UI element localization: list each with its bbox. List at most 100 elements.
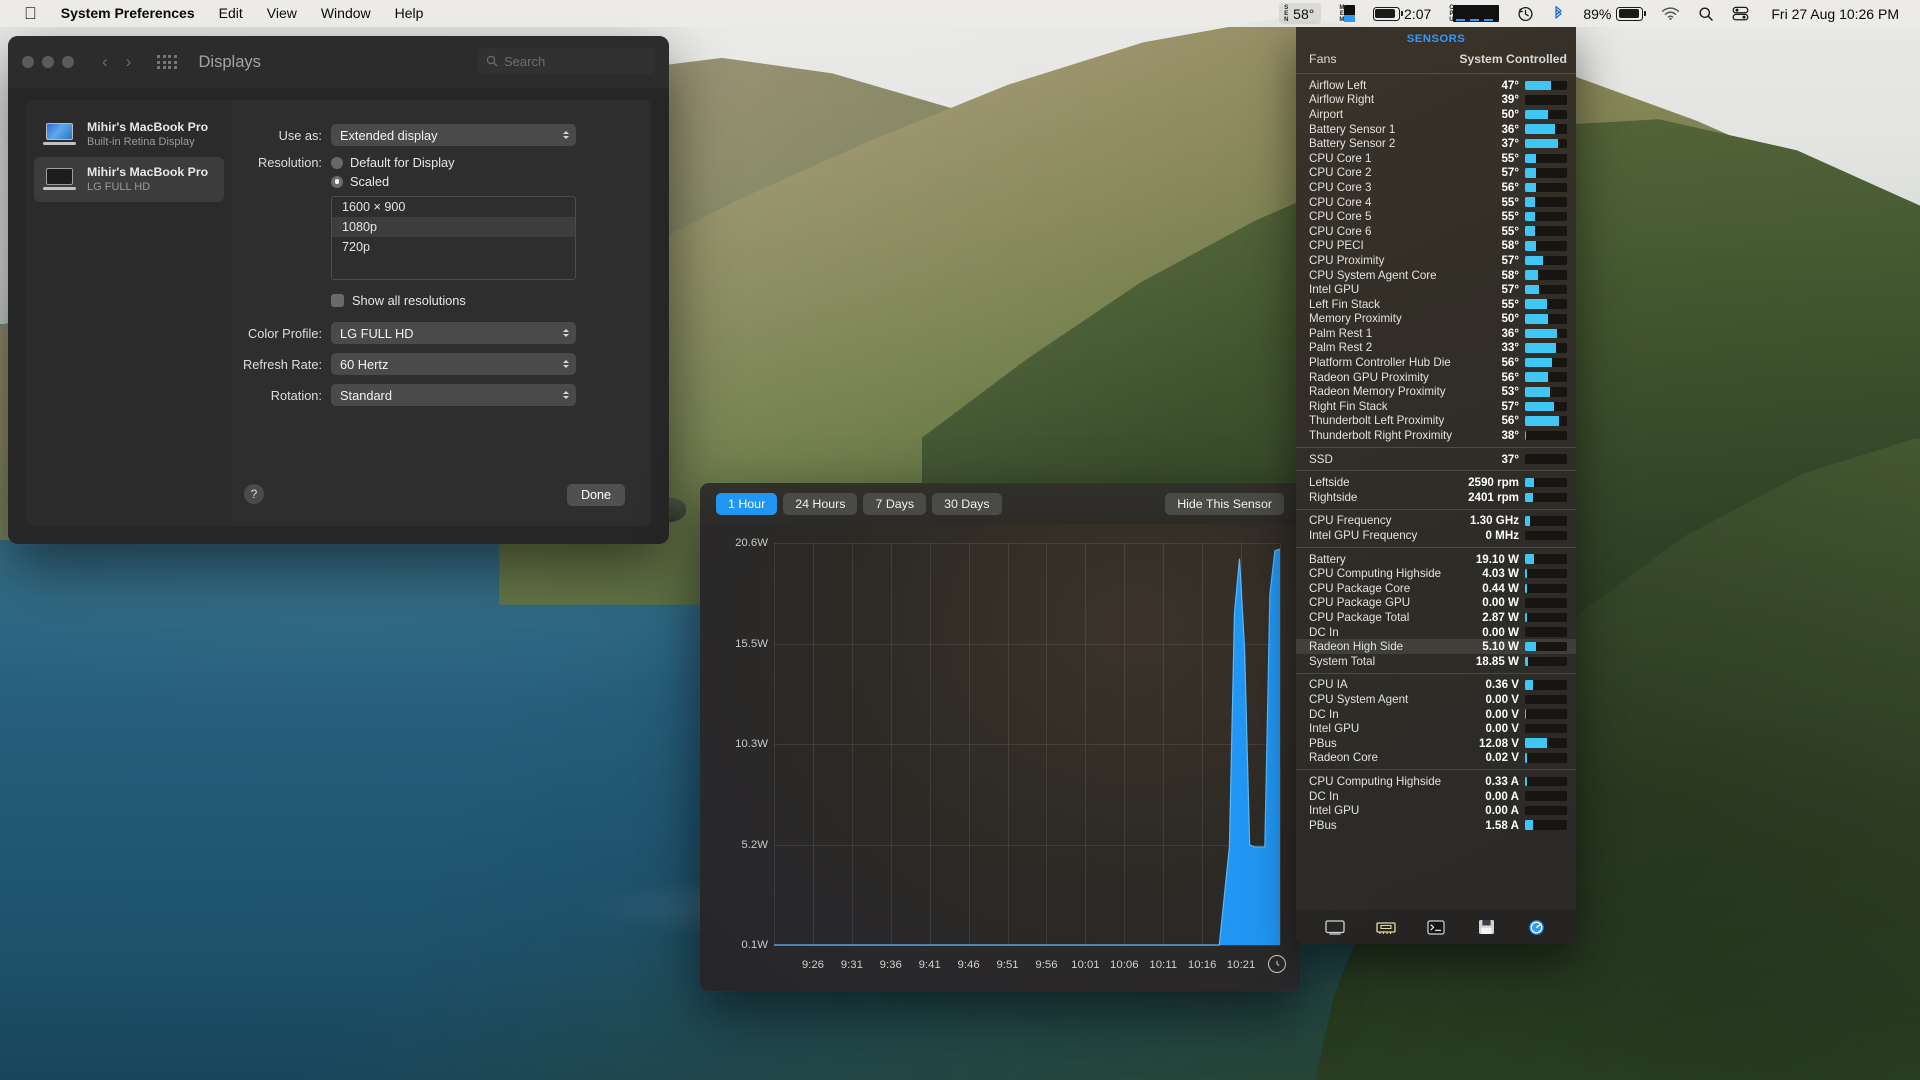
resolution-options-list[interactable]: 1600 × 900 1080p 720p (331, 196, 576, 280)
sensor-row[interactable]: CPU Computing Highside 4.03 W (1296, 566, 1576, 581)
help-button[interactable]: ? (244, 484, 264, 504)
navigation-arrows[interactable]: ‹ › (102, 52, 131, 72)
resolution-scaled-radio[interactable]: Scaled (331, 174, 389, 189)
done-button[interactable]: Done (567, 484, 625, 506)
display-list-item-builtin[interactable]: Mihir's MacBook Pro Built-in Retina Disp… (34, 112, 224, 157)
sensor-row[interactable]: Palm Rest 2 33° (1296, 341, 1576, 356)
sensor-row[interactable]: CPU Core 4 55° (1296, 195, 1576, 210)
sensor-row[interactable]: CPU System Agent 0.00 V (1296, 692, 1576, 707)
sensor-row[interactable]: Intel GPU 0.00 A (1296, 803, 1576, 818)
sensor-row[interactable]: CPU System Agent Core 58° (1296, 268, 1576, 283)
sensor-row[interactable]: Intel GPU Frequency 0 MHz (1296, 528, 1576, 543)
hide-this-sensor-button[interactable]: Hide This Sensor (1165, 492, 1284, 515)
sensor-row[interactable]: Battery Sensor 1 36° (1296, 122, 1576, 137)
sensor-row[interactable]: Thunderbolt Right Proximity 38° (1296, 428, 1576, 443)
sensor-row[interactable]: CPU Core 3 56° (1296, 180, 1576, 195)
sensor-row[interactable]: CPU Frequency 1.30 GHz (1296, 514, 1576, 529)
sensors-menu-extra[interactable]: S E N 58° (1270, 3, 1330, 24)
sensor-row[interactable]: CPU Core 5 55° (1296, 209, 1576, 224)
disk-icon[interactable] (1473, 918, 1499, 936)
time-machine-icon[interactable] (1508, 4, 1543, 24)
sensor-row[interactable]: Airport 50° (1296, 107, 1576, 122)
show-all-resolutions-checkbox[interactable]: Show all resolutions (331, 293, 651, 308)
window-titlebar[interactable]: ‹ › Displays Search (8, 36, 669, 88)
use-as-select[interactable]: Extended display (331, 124, 576, 146)
sensor-row[interactable]: SSD 37° (1296, 452, 1576, 467)
menu-item-app[interactable]: System Preferences (49, 0, 207, 27)
rotation-select[interactable]: Standard (331, 384, 576, 406)
window-traffic-lights[interactable] (22, 56, 74, 68)
sensor-row[interactable]: DC In 0.00 A (1296, 789, 1576, 804)
menu-item-edit[interactable]: Edit (207, 0, 255, 27)
sensor-row[interactable]: System Total 18.85 W (1296, 654, 1576, 669)
sensor-row[interactable]: CPU IA 0.36 V (1296, 678, 1576, 693)
cpu-menu-extra[interactable]: C P U (1440, 4, 1508, 24)
battery-time-extra[interactable]: 2:07 (1364, 4, 1440, 24)
sensor-row[interactable]: Thunderbolt Left Proximity 56° (1296, 414, 1576, 429)
radio-button[interactable] (331, 156, 343, 169)
memory-icon[interactable] (1373, 918, 1399, 936)
menu-item-help[interactable]: Help (383, 0, 436, 27)
resolution-option-selected[interactable]: 1080p (332, 217, 575, 237)
refresh-rate-select[interactable]: 60 Hertz (331, 353, 576, 375)
sensor-graph-window[interactable]: 1 Hour 24 Hours 7 Days 30 Days Hide This… (700, 483, 1300, 991)
sensor-row[interactable]: Intel GPU 57° (1296, 282, 1576, 297)
sensor-row[interactable]: Battery Sensor 2 37° (1296, 136, 1576, 151)
close-button[interactable] (22, 56, 34, 68)
sensor-row[interactable]: Radeon Core 0.02 V (1296, 751, 1576, 766)
resolution-option[interactable]: 720p (332, 237, 575, 257)
sensor-row[interactable]: Left Fin Stack 55° (1296, 297, 1576, 312)
sensor-row[interactable]: Intel GPU 0.00 V (1296, 721, 1576, 736)
sensor-row[interactable]: Leftside 2590 rpm (1296, 475, 1576, 490)
sensor-row[interactable]: Battery 19.10 W (1296, 552, 1576, 567)
sensors-temp-chip[interactable]: S E N 58° (1279, 3, 1322, 24)
menu-item-window[interactable]: Window (309, 0, 383, 27)
monitor-icon[interactable] (1322, 918, 1348, 936)
sensor-row[interactable]: CPU Package Total 2.87 W (1296, 610, 1576, 625)
sensors-dropdown-panel[interactable]: SENSORS Fans System Controlled Airflow L… (1296, 27, 1576, 944)
menu-item-view[interactable]: View (255, 0, 309, 27)
sensor-row[interactable]: CPU Computing Highside 0.33 A (1296, 774, 1576, 789)
bluetooth-menu-extra[interactable] (1543, 4, 1574, 24)
control-center-extra[interactable] (1723, 4, 1758, 24)
sensor-row[interactable]: Platform Controller Hub Die 56° (1296, 355, 1576, 370)
spotlight-search-extra[interactable] (1689, 4, 1723, 24)
sensor-row[interactable]: Radeon High Side 5.10 W (1296, 639, 1576, 654)
sensor-row[interactable]: Radeon Memory Proximity 53° (1296, 384, 1576, 399)
gauge-icon[interactable] (1524, 918, 1550, 936)
sensor-row[interactable]: DC In 0.00 V (1296, 707, 1576, 722)
range-tab-30-days[interactable]: 30 Days (932, 492, 1002, 515)
minimize-button[interactable] (42, 56, 54, 68)
menu-bar-clock[interactable]: Fri 27 Aug 10:26 PM (1758, 4, 1908, 24)
system-preferences-window[interactable]: ‹ › Displays Search Mihir's MacBook Pro … (8, 36, 669, 544)
radio-button-selected[interactable] (331, 175, 343, 188)
sensor-row[interactable]: CPU Core 6 55° (1296, 224, 1576, 239)
terminal-icon[interactable] (1423, 918, 1449, 936)
sensor-row[interactable]: CPU Core 2 57° (1296, 166, 1576, 181)
search-field[interactable]: Search (477, 48, 655, 74)
sensor-row[interactable]: PBus 1.58 A (1296, 818, 1576, 833)
resolution-option[interactable]: 1600 × 900 (332, 197, 575, 217)
sensor-row[interactable]: Airflow Left 47° (1296, 78, 1576, 93)
zoom-button[interactable] (62, 56, 74, 68)
color-profile-select[interactable]: LG FULL HD (331, 322, 576, 344)
sensor-row[interactable]: CPU Core 1 55° (1296, 151, 1576, 166)
sensor-row[interactable]: Radeon GPU Proximity 56° (1296, 370, 1576, 385)
apple-logo-icon[interactable]:  (12, 2, 49, 26)
sensor-row[interactable]: Rightside 2401 rpm (1296, 490, 1576, 505)
range-tab-1-hour[interactable]: 1 Hour (716, 492, 778, 515)
checkbox[interactable] (331, 294, 344, 307)
memory-menu-extra[interactable]: M E M (1330, 4, 1364, 24)
resolution-default-radio[interactable]: Default for Display (331, 155, 455, 170)
battery-status-extra[interactable]: 89% (1574, 4, 1652, 24)
clock-icon[interactable] (1268, 955, 1286, 973)
sensor-row[interactable]: Airflow Right 39° (1296, 93, 1576, 108)
sensor-row[interactable]: Memory Proximity 50° (1296, 312, 1576, 327)
sensor-row[interactable]: Right Fin Stack 57° (1296, 399, 1576, 414)
display-list-item-external[interactable]: Mihir's MacBook Pro LG FULL HD (34, 157, 224, 202)
chevron-right-icon[interactable]: › (126, 52, 132, 72)
sensor-row[interactable]: CPU PECI 58° (1296, 239, 1576, 254)
sensor-row[interactable]: CPU Proximity 57° (1296, 253, 1576, 268)
sensor-row[interactable]: CPU Package Core 0.44 W (1296, 581, 1576, 596)
sensor-row[interactable]: PBus 12.08 V (1296, 736, 1576, 751)
